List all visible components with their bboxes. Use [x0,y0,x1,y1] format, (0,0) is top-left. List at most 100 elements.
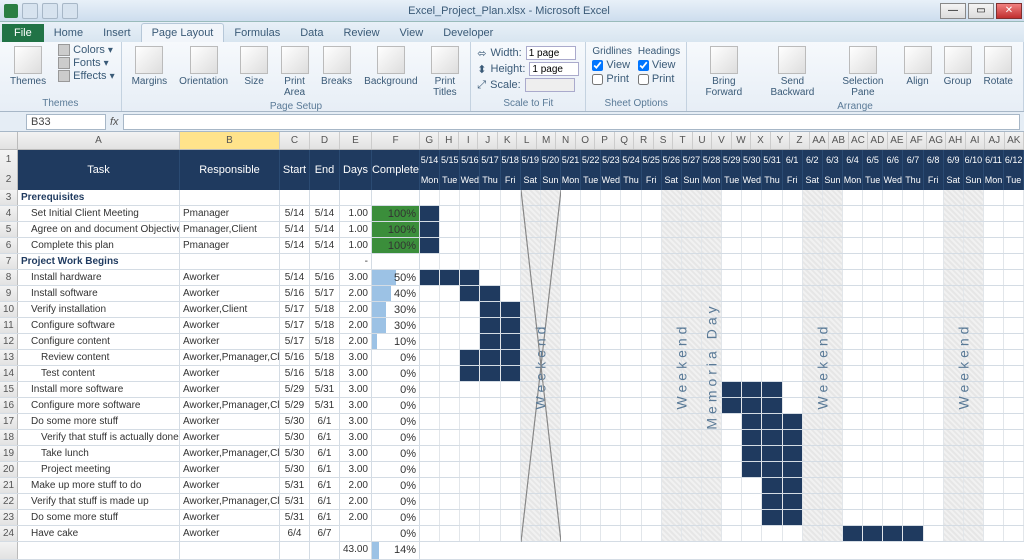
print-area-button[interactable]: Print Area [276,44,313,100]
task-row[interactable]: 16Configure more softwareAworker,Pmanage… [0,398,1024,414]
tab-insert[interactable]: Insert [93,24,141,42]
task-row[interactable]: 6Complete this planPmanager5/145/141.001… [0,238,1024,254]
column-header[interactable]: AH [946,132,965,149]
column-header[interactable]: AA [810,132,829,149]
task-row[interactable]: 15Install more softwareAworker5/295/313.… [0,382,1024,398]
task-row[interactable]: 18Verify that stuff is actually doneAwor… [0,430,1024,446]
task-row[interactable]: 8Install hardwareAworker5/145/163.0050% [0,270,1024,286]
task-row[interactable]: 4Set Initial Client MeetingPmanager5/145… [0,206,1024,222]
align-button[interactable]: Align [900,44,936,89]
send-backward-button[interactable]: Send Backward [759,44,827,100]
gridlines-view-check[interactable]: View [592,59,631,71]
scale-input[interactable] [525,78,575,92]
column-header[interactable]: U [693,132,712,149]
tab-data[interactable]: Data [290,24,333,42]
task-row[interactable]: 13Review contentAworker,Pmanager,Client5… [0,350,1024,366]
selection-pane-button[interactable]: Selection Pane [830,44,895,100]
qat-undo-icon[interactable] [42,3,58,19]
column-header[interactable]: I [459,132,478,149]
background-button[interactable]: Background [360,44,421,89]
column-header[interactable]: K [498,132,517,149]
column-header[interactable]: O [576,132,595,149]
colors-button[interactable]: Colors ▾ [58,44,114,56]
column-header[interactable]: AC [849,132,868,149]
print-titles-button[interactable]: Print Titles [426,44,465,100]
breaks-button[interactable]: Breaks [317,44,356,89]
headings-print-check[interactable]: Print [638,73,680,85]
size-button[interactable]: Size [236,44,272,89]
column-header[interactable]: AD [868,132,887,149]
task-row[interactable]: 24Have cakeAworker6/46/70% [0,526,1024,542]
task-row[interactable]: 21Make up more stuff to doAworker5/316/1… [0,478,1024,494]
task-row[interactable]: 7Project Work Begins- [0,254,1024,270]
column-header[interactable]: M [537,132,556,149]
task-row[interactable]: 3Prerequisites [0,190,1024,206]
formula-input[interactable] [123,114,1020,130]
column-header[interactable]: AK [1005,132,1024,149]
fx-icon[interactable]: fx [110,116,119,128]
tab-view[interactable]: View [390,24,434,42]
headings-view-check[interactable]: View [638,59,680,71]
worksheet[interactable]: ABCDEFGHIJKLMNOPQRSTUVWXYZAAABACADAEAFAG… [0,132,1024,560]
close-button[interactable]: ✕ [996,3,1022,19]
task-row[interactable]: 19Take lunchAworker,Pmanager,Client5/306… [0,446,1024,462]
qat-redo-icon[interactable] [62,3,78,19]
task-row[interactable]: 20Project meetingAworker5/306/13.000% [0,462,1024,478]
rotate-button[interactable]: Rotate [980,44,1017,89]
group-button[interactable]: Group [940,44,976,89]
task-row[interactable]: 22Verify that stuff is made upAworker,Pm… [0,494,1024,510]
file-tab[interactable]: File [2,24,44,42]
maximize-button[interactable]: ▭ [968,3,994,19]
tab-developer[interactable]: Developer [433,24,503,42]
column-header[interactable]: A [18,132,180,149]
task-row[interactable]: 17Do some more stuffAworker5/306/13.000% [0,414,1024,430]
tab-home[interactable]: Home [44,24,93,42]
task-row[interactable]: 5Agree on and document ObjectivesPmanage… [0,222,1024,238]
themes-button[interactable]: Themes [6,44,50,89]
task-row[interactable]: 14Test contentAworker5/165/183.000% [0,366,1024,382]
task-row[interactable]: 23Do some more stuffAworker5/316/12.000% [0,510,1024,526]
column-header[interactable]: H [439,132,458,149]
width-input[interactable] [526,46,576,60]
margins-button[interactable]: Margins [128,44,172,89]
qat-save-icon[interactable] [22,3,38,19]
column-header[interactable]: D [310,132,340,149]
name-box[interactable]: B33 [26,114,106,130]
effects-button[interactable]: Effects ▾ [58,70,114,82]
column-header[interactable]: S [654,132,673,149]
column-header[interactable]: P [595,132,614,149]
tab-review[interactable]: Review [333,24,389,42]
column-header[interactable]: J [478,132,497,149]
column-header[interactable]: C [280,132,310,149]
column-header[interactable]: G [420,132,439,149]
column-header[interactable]: E [340,132,372,149]
column-header[interactable]: Z [790,132,809,149]
column-header[interactable]: L [517,132,536,149]
minimize-button[interactable]: — [940,3,966,19]
column-header[interactable]: X [751,132,770,149]
column-header[interactable]: AG [927,132,946,149]
task-row[interactable]: 12Configure contentAworker5/175/182.0010… [0,334,1024,350]
bring-forward-button[interactable]: Bring Forward [693,44,754,100]
task-row[interactable]: 10Verify installationAworker,Client5/175… [0,302,1024,318]
column-header[interactable]: T [673,132,692,149]
column-header[interactable]: F [372,132,420,149]
column-header[interactable]: Y [771,132,790,149]
column-header[interactable]: B [180,132,280,149]
orientation-button[interactable]: Orientation [175,44,232,89]
gridlines-print-check[interactable]: Print [592,73,631,85]
tab-formulas[interactable]: Formulas [224,24,290,42]
column-header[interactable]: R [634,132,653,149]
column-header[interactable]: N [556,132,575,149]
column-header[interactable]: AF [907,132,926,149]
task-row[interactable]: 9Install softwareAworker5/165/172.0040% [0,286,1024,302]
column-header[interactable]: Q [615,132,634,149]
column-header[interactable]: AI [966,132,985,149]
column-header[interactable]: AE [888,132,907,149]
column-header[interactable]: V [712,132,731,149]
tab-page-layout[interactable]: Page Layout [141,23,225,42]
task-row[interactable]: 11Configure softwareAworker5/175/182.003… [0,318,1024,334]
column-header[interactable]: W [732,132,751,149]
column-header[interactable]: AJ [985,132,1004,149]
column-header[interactable]: AB [829,132,848,149]
